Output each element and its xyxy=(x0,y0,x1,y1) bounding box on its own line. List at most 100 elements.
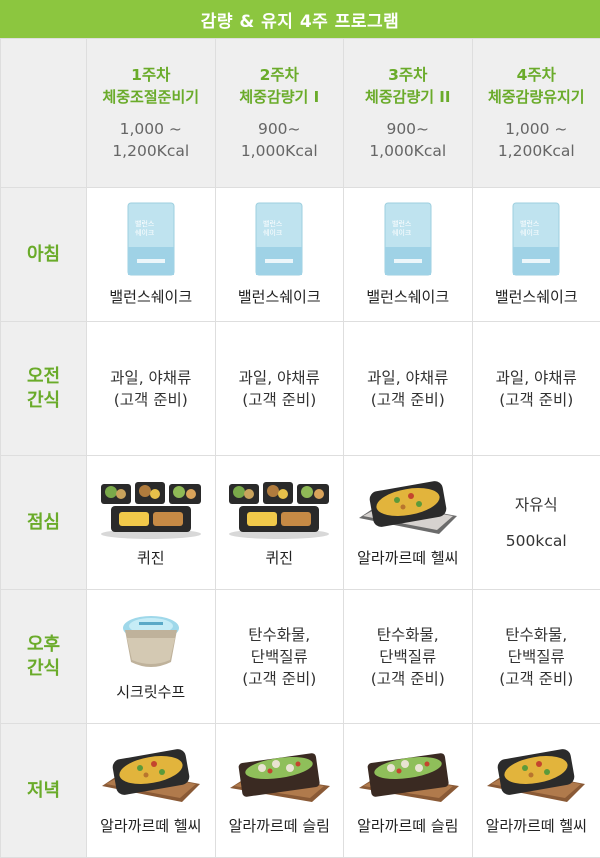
program-title: 감량 & 유지 4주 프로그램 xyxy=(201,7,400,32)
snack-text: 탄수화물, xyxy=(216,624,344,646)
cuisine-tray-image xyxy=(97,476,205,540)
free-meal-text: 자유식 xyxy=(473,494,600,516)
pm-snack-cell: 탄수화물,단백질류(고객 준비) xyxy=(344,590,473,724)
row-label-am-snack: 오전간식 xyxy=(1,322,87,456)
snack-text: 탄수화물, xyxy=(344,624,472,646)
kcal-range: 1,000 ~ xyxy=(87,118,215,140)
kcal-range: 1,000 ~ xyxy=(473,118,600,140)
snack-note: (고객 준비) xyxy=(216,668,344,690)
am-snack-cell: 과일, 야채류(고객 준비) xyxy=(87,322,216,456)
meal-caption: 알라까르떼 슬림 xyxy=(216,816,344,837)
week-header: 1주차체중조절준비기1,000 ~1,200Kcal xyxy=(87,39,216,188)
meal-caption: 알라까르떼 헬씨 xyxy=(473,816,600,837)
pm-snack-row: 오후간식 시크릿수프 탄수화물,단백질류(고객 준비) 탄수화물,단백질류(고객… xyxy=(1,590,600,724)
meal-caption: 알라까르떼 헬씨 xyxy=(344,548,472,569)
breakfast-row: 아침 밸런스 쉐이크 밸런스쉐이크 밸런스 쉐이크 밸런스쉐이크 xyxy=(1,188,600,322)
week-phase: 체중감량유지기 xyxy=(473,86,600,108)
snack-text: 과일, 야채류 xyxy=(344,367,472,389)
dinner-row: 저녁 알라까르떼 헬씨 알라까르떼 슬림 xyxy=(1,724,600,858)
lunch-cell: 퀴진 xyxy=(215,456,344,590)
cuisine-tray-image xyxy=(225,476,333,540)
dinner-cell: 알라까르떼 슬림 xyxy=(215,724,344,858)
shake-cell: 밸런스 쉐이크 밸런스쉐이크 xyxy=(472,188,600,322)
week-header: 2주차체중감량기 I 900~1,000Kcal xyxy=(215,39,344,188)
snack-text: 탄수화물, xyxy=(473,624,600,646)
week-header-row: 1주차체중조절준비기1,000 ~1,200Kcal 2주차체중감량기 I900… xyxy=(1,39,600,188)
meal-caption: 밸런스쉐이크 xyxy=(473,287,600,308)
row-label-line: 간식 xyxy=(1,389,86,413)
shake-pack-image: 밸런스 쉐이크 xyxy=(254,201,304,277)
snack-text: 과일, 야채류 xyxy=(87,367,215,389)
week-label: 4주차 xyxy=(473,64,600,86)
svg-text:밸런스: 밸런스 xyxy=(135,219,155,228)
meal-caption: 밸런스쉐이크 xyxy=(216,287,344,308)
kcal-range-unit: 1,200Kcal xyxy=(87,140,215,162)
row-label-breakfast: 아침 xyxy=(1,188,87,322)
meal-plan-table: 1주차체중조절준비기1,000 ~1,200Kcal 2주차체중감량기 I900… xyxy=(0,38,600,858)
snack-note: (고객 준비) xyxy=(344,389,472,411)
snack-text: 과일, 야채류 xyxy=(473,367,600,389)
alacarte-slim-image xyxy=(224,744,334,810)
svg-text:쉐이크: 쉐이크 xyxy=(392,228,412,237)
week-label: 3주차 xyxy=(344,64,472,86)
kcal-range-unit: 1,000Kcal xyxy=(344,140,472,162)
corner-cell xyxy=(1,39,87,188)
shake-pack-image: 밸런스 쉐이크 xyxy=(126,201,176,277)
svg-text:쉐이크: 쉐이크 xyxy=(135,228,155,237)
shake-pack-image: 밸런스 쉐이크 xyxy=(511,201,561,277)
snack-note: (고객 준비) xyxy=(473,668,600,690)
kcal-range: 900~ xyxy=(216,118,344,140)
secret-soup-cup-image xyxy=(119,610,183,672)
pm-snack-cell: 탄수화물,단백질류(고객 준비) xyxy=(472,590,600,724)
am-snack-cell: 과일, 야채류(고객 준비) xyxy=(215,322,344,456)
meal-caption: 알라까르떼 헬씨 xyxy=(87,816,215,837)
snack-text: 단백질류 xyxy=(216,646,344,668)
kcal-range: 900~ xyxy=(344,118,472,140)
program-title-bar: 감량 & 유지 4주 프로그램 xyxy=(0,0,600,38)
week-header: 4주차체중감량유지기 1,000 ~1,200Kcal xyxy=(472,39,600,188)
svg-text:쉐이크: 쉐이크 xyxy=(263,228,283,237)
soup-cell: 시크릿수프 xyxy=(87,590,216,724)
snack-note: (고객 준비) xyxy=(473,389,600,411)
am-snack-row: 오전간식 과일, 야채류(고객 준비) 과일, 야채류(고객 준비) 과일, 야… xyxy=(1,322,600,456)
svg-text:밸런스: 밸런스 xyxy=(392,219,412,228)
dinner-cell: 알라까르떼 헬씨 xyxy=(472,724,600,858)
svg-text:쉐이크: 쉐이크 xyxy=(520,228,540,237)
kcal-range-unit: 1,200Kcal xyxy=(473,140,600,162)
meal-caption: 퀴진 xyxy=(216,548,344,569)
meal-caption: 퀴진 xyxy=(87,548,215,569)
snack-note: (고객 준비) xyxy=(87,389,215,411)
svg-text:밸런스: 밸런스 xyxy=(263,219,283,228)
meal-caption: 시크릿수프 xyxy=(87,682,215,703)
shake-cell: 밸런스 쉐이크 밸런스쉐이크 xyxy=(215,188,344,322)
alacarte-healthy-image xyxy=(96,744,206,810)
snack-text: 단백질류 xyxy=(473,646,600,668)
dinner-cell: 알라까르떼 헬씨 xyxy=(87,724,216,858)
shake-cell: 밸런스 쉐이크 밸런스쉐이크 xyxy=(344,188,473,322)
meal-caption: 알라까르떼 슬림 xyxy=(344,816,472,837)
row-label-lunch: 점심 xyxy=(1,456,87,590)
alacarte-slim-image xyxy=(353,744,463,810)
week-header: 3주차체중감량기 II900~1,000Kcal xyxy=(344,39,473,188)
lunch-cell: 알라까르떼 헬씨 xyxy=(344,456,473,590)
row-label-line: 간식 xyxy=(1,657,86,681)
shake-pack-image: 밸런스 쉐이크 xyxy=(383,201,433,277)
pm-snack-cell: 탄수화물,단백질류(고객 준비) xyxy=(215,590,344,724)
week-label: 2주차 xyxy=(216,64,344,86)
dinner-cell: 알라까르떼 슬림 xyxy=(344,724,473,858)
row-label-line: 오후 xyxy=(1,633,86,657)
lunch-row: 점심 퀴진 xyxy=(1,456,600,590)
shake-cell: 밸런스 쉐이크 밸런스쉐이크 xyxy=(87,188,216,322)
alacarte-healthy-image xyxy=(481,744,591,810)
snack-note: (고객 준비) xyxy=(216,389,344,411)
meal-caption: 밸런스쉐이크 xyxy=(344,287,472,308)
week-phase: 체중감량기 I xyxy=(216,86,344,108)
meal-caption: 밸런스쉐이크 xyxy=(87,287,215,308)
kcal-range-unit: 1,000Kcal xyxy=(216,140,344,162)
snack-text: 단백질류 xyxy=(344,646,472,668)
week-phase: 체중조절준비기 xyxy=(87,86,215,108)
svg-text:밸런스: 밸런스 xyxy=(520,219,540,228)
alacarte-healthy-image xyxy=(353,476,463,542)
snack-note: (고객 준비) xyxy=(344,668,472,690)
lunch-free-cell: 자유식500kcal xyxy=(472,456,600,590)
